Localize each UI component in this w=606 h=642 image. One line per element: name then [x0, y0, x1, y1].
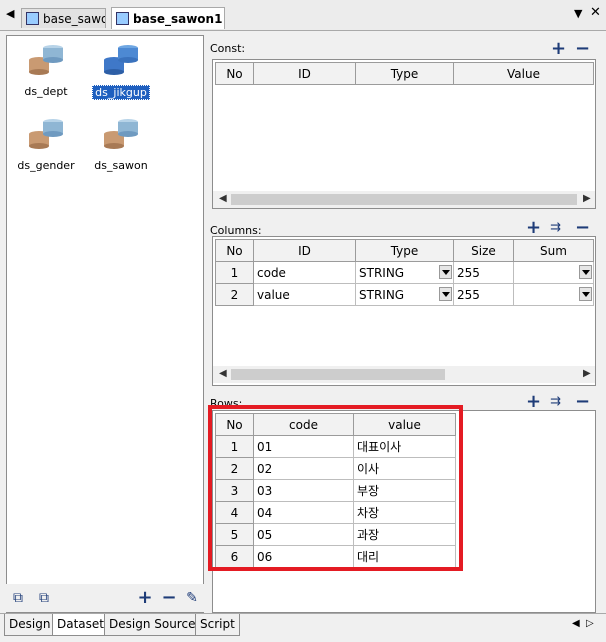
columns-grid: No ID Type Size Sum 1 code STRING 255 2 … — [212, 236, 596, 386]
dataset-item-ds-jikgup[interactable]: ds_jikgup — [86, 42, 156, 100]
type-value: STRING — [359, 287, 405, 302]
dataset-icon — [104, 45, 138, 75]
tab-design[interactable]: Design — [4, 614, 56, 636]
add-row-button[interactable]: + — [526, 393, 541, 411]
close-icon[interactable]: ✕ — [590, 5, 601, 20]
dataset-toolbar: ⧉ ⧉ + − ✎ — [6, 584, 204, 612]
tab-design-source[interactable]: Design Source — [104, 614, 201, 636]
column-header-type[interactable]: Type — [355, 62, 454, 85]
const-grid: No ID Type Value ◀ ▶ — [212, 59, 596, 209]
column-header-size[interactable]: Size — [453, 239, 514, 262]
dataset-item-ds-dept[interactable]: ds_dept — [11, 42, 81, 98]
columns-table: No ID Type Size Sum 1 code STRING 255 2 … — [215, 239, 594, 306]
column-size-cell[interactable]: 255 — [453, 261, 514, 284]
dataset-item-ds-gender[interactable]: ds_gender — [11, 116, 81, 172]
chevron-down-icon[interactable] — [579, 265, 592, 279]
tab-base-sawon1[interactable]: base_sawon1 * — [111, 7, 225, 29]
horizontal-scrollbar[interactable]: ◀ ▶ — [213, 366, 595, 383]
form-icon — [26, 12, 39, 25]
add-dataset-button[interactable]: + — [137, 589, 153, 607]
column-sum-select[interactable] — [513, 283, 594, 306]
type-value: STRING — [359, 265, 405, 280]
remove-dataset-button[interactable]: − — [161, 589, 177, 607]
add-const-button[interactable]: + — [551, 40, 566, 58]
column-type-select[interactable]: STRING — [355, 261, 454, 284]
highlight-box — [208, 405, 463, 571]
dataset-icon — [29, 45, 63, 75]
dataset-icon — [104, 119, 138, 149]
column-header-sum[interactable]: Sum — [513, 239, 594, 262]
import-dataset-icon[interactable]: ⧉ — [10, 590, 26, 606]
add-column-button[interactable]: + — [526, 219, 541, 237]
column-header-type[interactable]: Type — [355, 239, 454, 262]
dataset-name: ds_gender — [17, 159, 75, 172]
scroll-left-icon[interactable]: ◀ — [219, 193, 227, 204]
editor-mode-tabs: Design Dataset Design Source Script ◀ ▷ — [0, 613, 606, 642]
scroll-left-icon[interactable]: ◀ — [219, 368, 227, 379]
chevron-down-icon[interactable] — [439, 287, 452, 301]
scroll-right-icon[interactable]: ▷ — [586, 618, 594, 629]
scroll-left-icon[interactable]: ◀ — [6, 7, 14, 20]
dataset-name: ds_sawon — [94, 159, 148, 172]
column-header-no[interactable]: No — [215, 239, 254, 262]
scroll-left-icon[interactable]: ◀ — [572, 618, 580, 629]
remove-row-button[interactable]: − — [575, 393, 590, 411]
remove-const-button[interactable]: − — [575, 40, 590, 58]
export-dataset-icon[interactable]: ⧉ — [36, 590, 52, 606]
scroll-right-icon[interactable]: ▶ — [583, 368, 591, 379]
tab-script[interactable]: Script — [195, 614, 240, 636]
remove-column-button[interactable]: − — [575, 219, 590, 237]
row-number: 2 — [215, 283, 254, 306]
dataset-icon — [29, 119, 63, 149]
column-id-cell[interactable]: value — [253, 283, 356, 306]
form-icon — [116, 12, 129, 25]
dataset-item-ds-sawon[interactable]: ds_sawon — [86, 116, 156, 172]
const-table: No ID Type Value — [215, 62, 594, 85]
insert-column-icon[interactable]: ⇉ — [550, 220, 561, 235]
dataset-list-panel: ds_dept ds_jikgup ds_gender ds_sawon — [6, 35, 204, 613]
row-number: 1 — [215, 261, 254, 284]
tab-base-sawon[interactable]: base_sawon — [21, 8, 106, 28]
column-header-no[interactable]: No — [215, 62, 254, 85]
scroll-right-icon[interactable]: ▶ — [583, 193, 591, 204]
dataset-wizard-icon[interactable]: ✎ — [184, 590, 200, 606]
column-header-id[interactable]: ID — [253, 239, 356, 262]
scrollbar-thumb[interactable] — [231, 194, 577, 205]
column-header-value[interactable]: Value — [453, 62, 594, 85]
scrollbar-thumb[interactable] — [231, 369, 445, 380]
table-row[interactable]: 1 code STRING 255 — [215, 261, 594, 284]
dataset-name: ds_jikgup — [92, 85, 150, 100]
chevron-down-icon[interactable] — [579, 287, 592, 301]
table-row[interactable]: 2 value STRING 255 — [215, 283, 594, 306]
tab-label: base_sawon — [43, 11, 105, 26]
column-sum-select[interactable] — [513, 261, 594, 284]
column-id-cell[interactable]: code — [253, 261, 356, 284]
horizontal-scrollbar[interactable]: ◀ ▶ — [213, 191, 595, 208]
column-header-id[interactable]: ID — [253, 62, 356, 85]
tab-dataset[interactable]: Dataset — [52, 614, 109, 636]
const-section-label: Const: — [210, 42, 246, 55]
column-size-cell[interactable]: 255 — [453, 283, 514, 306]
document-tab-bar: base_sawon base_sawon1 * ◀ ▼ ✕ — [0, 0, 606, 31]
insert-row-icon[interactable]: ⇉ — [550, 394, 561, 409]
column-type-select[interactable]: STRING — [355, 283, 454, 306]
tab-label: base_sawon1 * — [133, 11, 225, 26]
chevron-down-icon[interactable]: ▼ — [574, 7, 582, 20]
dataset-name: ds_dept — [24, 85, 68, 98]
chevron-down-icon[interactable] — [439, 265, 452, 279]
